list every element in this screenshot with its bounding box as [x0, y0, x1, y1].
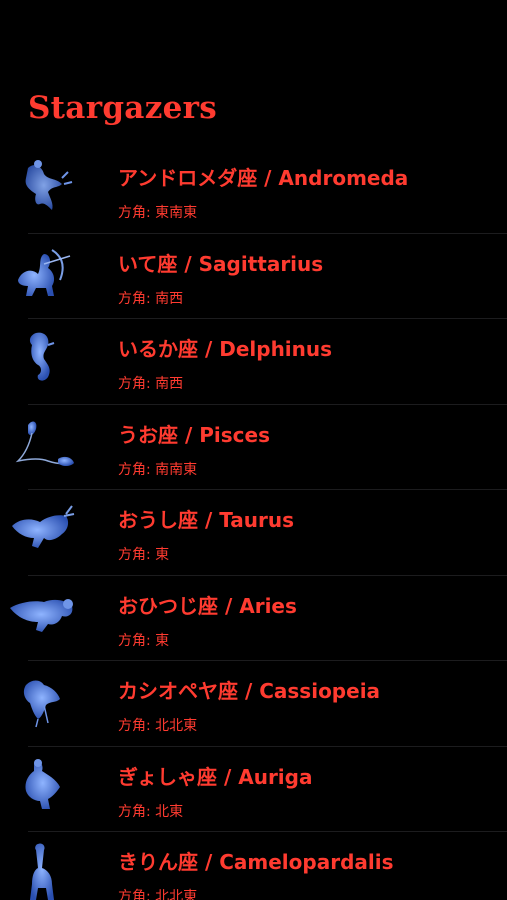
- constellation-direction: 方角: 東: [118, 632, 170, 649]
- constellation-direction: 方角: 南南東: [118, 461, 198, 478]
- camelopardalis-illustration-icon: [8, 838, 78, 900]
- list-item[interactable]: ぎょしゃ座 / Auriga 方角: 北東: [0, 747, 507, 832]
- auriga-illustration-icon: [8, 753, 78, 817]
- page-title: Stargazers: [28, 90, 217, 126]
- list-item[interactable]: きりん座 / Camelopardalis 方角: 北北東: [0, 832, 507, 900]
- pisces-illustration-icon: [8, 411, 78, 475]
- constellation-direction: 方角: 北東: [118, 803, 184, 820]
- list-item[interactable]: うお座 / Pisces 方角: 南南東: [0, 405, 507, 490]
- andromeda-illustration-icon: [8, 154, 78, 218]
- app-screen: Stargazers アンドロメダ座 / Andromeda 方角: 東南東 い…: [0, 0, 507, 900]
- taurus-illustration-icon: [8, 496, 78, 560]
- list-item[interactable]: いるか座 / Delphinus 方角: 南西: [0, 319, 507, 405]
- constellation-name: おひつじ座 / Aries: [118, 593, 297, 618]
- delphinus-illustration-icon: [8, 325, 78, 389]
- constellation-name: きりん座 / Camelopardalis: [118, 850, 394, 874]
- constellation-name: カシオペヤ座 / Cassiopeia: [118, 679, 381, 703]
- list-item[interactable]: おひつじ座 / Aries 方角: 東: [0, 576, 507, 661]
- constellation-name: いるか座 / Delphinus: [118, 337, 333, 361]
- constellation-name: アンドロメダ座 / Andromeda: [118, 166, 409, 190]
- constellation-direction: 方角: 南西: [118, 290, 184, 307]
- list-item[interactable]: おうし座 / Taurus 方角: 東: [0, 490, 507, 576]
- constellation-direction: 方角: 東: [118, 547, 170, 563]
- list-item[interactable]: アンドロメダ座 / Andromeda 方角: 東南東: [0, 148, 507, 234]
- cassiopeia-illustration-icon: [8, 667, 78, 731]
- constellation-list[interactable]: アンドロメダ座 / Andromeda 方角: 東南東 いて座 / Sagitt…: [0, 148, 507, 900]
- constellation-name: うお座 / Pisces: [118, 422, 270, 447]
- aries-illustration-icon: [8, 582, 78, 646]
- constellation-name: ぎょしゃ座 / Auriga: [118, 764, 313, 789]
- constellation-direction: 方角: 南西: [118, 376, 184, 392]
- constellation-name: いて座 / Sagittarius: [118, 251, 324, 276]
- list-item[interactable]: カシオペヤ座 / Cassiopeia 方角: 北北東: [0, 661, 507, 747]
- constellation-name: おうし座 / Taurus: [118, 508, 295, 532]
- sagittarius-illustration-icon: [8, 240, 78, 304]
- list-item[interactable]: いて座 / Sagittarius 方角: 南西: [0, 234, 507, 319]
- constellation-direction: 方角: 北北東: [118, 718, 198, 734]
- constellation-direction: 方角: 北北東: [118, 889, 198, 900]
- constellation-direction: 方角: 東南東: [118, 205, 198, 221]
